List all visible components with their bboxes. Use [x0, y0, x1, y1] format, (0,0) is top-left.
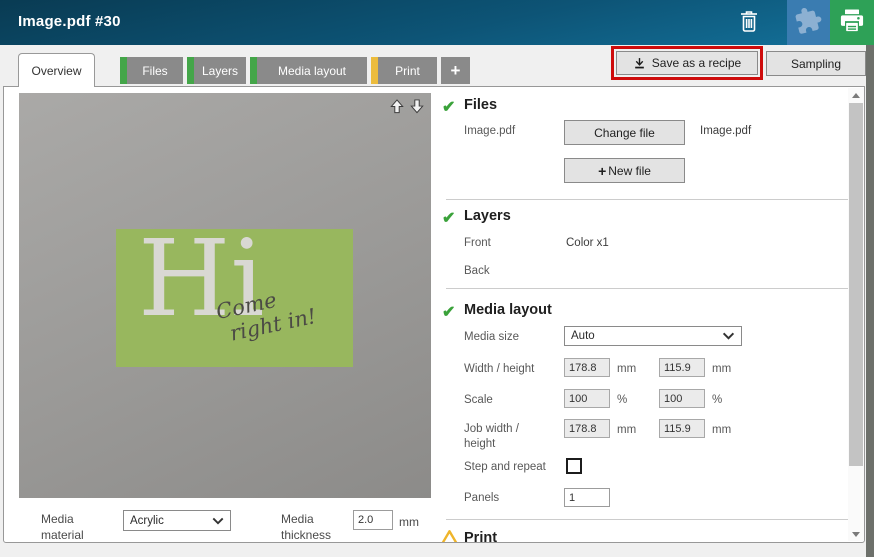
tab-label: Layers	[195, 64, 238, 78]
job-preview-area: Hi Come right in!	[19, 93, 431, 498]
print-button[interactable]	[830, 0, 874, 45]
unit-mm-label: mm	[617, 363, 636, 375]
tab-label: Files	[135, 64, 167, 78]
artwork-thumbnail: Hi Come right in!	[116, 229, 353, 367]
print-section-title: Print	[464, 530, 497, 543]
move-layer-down-button[interactable]	[408, 100, 425, 117]
media-width-input	[564, 358, 610, 377]
sampling-button[interactable]: Sampling	[766, 51, 866, 76]
job-overview-panel: Hi Come right in! Media material Acrylic…	[3, 86, 865, 543]
tab-media-layout[interactable]: Media layout	[250, 57, 367, 84]
new-file-button[interactable]: + New file	[564, 158, 685, 183]
tab-label: Media layout	[271, 64, 346, 78]
scrollbar-thumb[interactable]	[849, 103, 863, 466]
tab-overview[interactable]: Overview	[18, 53, 95, 87]
arrow-up-icon	[390, 99, 404, 119]
job-size-label-line2: height	[464, 438, 495, 450]
trash-icon	[737, 8, 761, 39]
puzzle-icon	[791, 3, 826, 42]
panels-input[interactable]	[564, 488, 610, 507]
media-size-select[interactable]: Auto	[564, 326, 742, 346]
save-as-recipe-button[interactable]: Save as a recipe	[616, 51, 758, 75]
layers-section-title: Layers	[464, 208, 511, 224]
unit-mm-label: mm	[617, 424, 636, 436]
tab-layers[interactable]: Layers	[187, 57, 246, 84]
save-as-recipe-label: Save as a recipe	[652, 56, 741, 70]
section-divider	[446, 199, 849, 200]
scale-label: Scale	[464, 394, 493, 406]
chevron-down-icon	[722, 332, 735, 340]
media-size-value: Auto	[571, 330, 595, 342]
width-height-label: Width / height	[464, 363, 534, 375]
tab-add-job[interactable]: +	[441, 57, 470, 84]
details-scrollbar[interactable]	[848, 88, 864, 541]
media-size-label: Media size	[464, 331, 519, 343]
media-material-select[interactable]: Acrylic	[123, 510, 231, 531]
tab-status-indicator	[120, 57, 127, 84]
media-material-label: Media material	[41, 511, 105, 543]
media-material-value: Acrylic	[130, 515, 164, 527]
triangle-up-icon	[852, 93, 860, 98]
layers-ok-check-icon: ✔	[442, 208, 455, 228]
media-layout-ok-check-icon: ✔	[442, 302, 455, 322]
triangle-down-icon	[852, 532, 860, 537]
plus-icon: +	[598, 163, 606, 179]
files-ok-check-icon: ✔	[442, 97, 455, 117]
title-bar: Image.pdf #30	[0, 0, 874, 45]
section-divider	[446, 288, 849, 289]
window-title: Image.pdf #30	[18, 13, 121, 30]
tab-files[interactable]: Files	[120, 57, 183, 84]
plus-icon: +	[451, 61, 461, 81]
change-file-button[interactable]: Change file	[564, 120, 685, 145]
tab-status-indicator	[187, 57, 194, 84]
media-thickness-input[interactable]	[353, 510, 393, 530]
step-repeat-checkbox[interactable]	[566, 458, 582, 474]
scale-height-input	[659, 389, 705, 408]
media-thickness-unit: mm	[399, 514, 419, 530]
delete-job-button[interactable]	[731, 7, 767, 39]
unit-mm-label: mm	[712, 363, 731, 375]
window-edge-strip	[866, 45, 874, 557]
job-size-label-line1: Job width /	[464, 423, 519, 435]
unit-mm-label: mm	[712, 424, 731, 436]
tab-print[interactable]: Print	[371, 57, 437, 84]
job-width-input	[564, 419, 610, 438]
scroll-up-button[interactable]	[848, 88, 864, 102]
front-layer-value: Color x1	[566, 237, 609, 249]
front-layer-label: Front	[464, 237, 491, 249]
job-height-input	[659, 419, 705, 438]
tab-label: Overview	[31, 64, 81, 78]
panels-label: Panels	[464, 492, 499, 504]
current-file-label: Image.pdf	[464, 125, 515, 137]
media-layout-section-title: Media layout	[464, 302, 552, 318]
tab-status-indicator	[371, 57, 378, 84]
tab-label: Print	[388, 64, 420, 78]
download-icon	[633, 57, 646, 70]
tab-status-indicator	[250, 57, 257, 84]
printer-icon	[838, 6, 866, 39]
move-layer-up-button[interactable]	[388, 100, 405, 117]
section-divider	[446, 519, 849, 520]
unit-percent-label: %	[712, 394, 722, 406]
sampling-label: Sampling	[791, 57, 841, 71]
media-thickness-label: Media thickness	[281, 511, 345, 543]
scale-width-input	[564, 389, 610, 408]
back-layer-label: Back	[464, 265, 490, 277]
unit-percent-label: %	[617, 394, 627, 406]
chevron-down-icon	[212, 517, 224, 525]
files-section-title: Files	[464, 97, 497, 113]
arrow-down-icon	[410, 99, 424, 119]
warning-triangle-icon	[440, 529, 459, 543]
media-height-input	[659, 358, 705, 377]
file-name-value: Image.pdf	[700, 125, 751, 137]
scroll-down-button[interactable]	[848, 527, 864, 541]
plugins-button[interactable]	[787, 0, 830, 45]
step-repeat-label: Step and repeat	[464, 461, 546, 473]
